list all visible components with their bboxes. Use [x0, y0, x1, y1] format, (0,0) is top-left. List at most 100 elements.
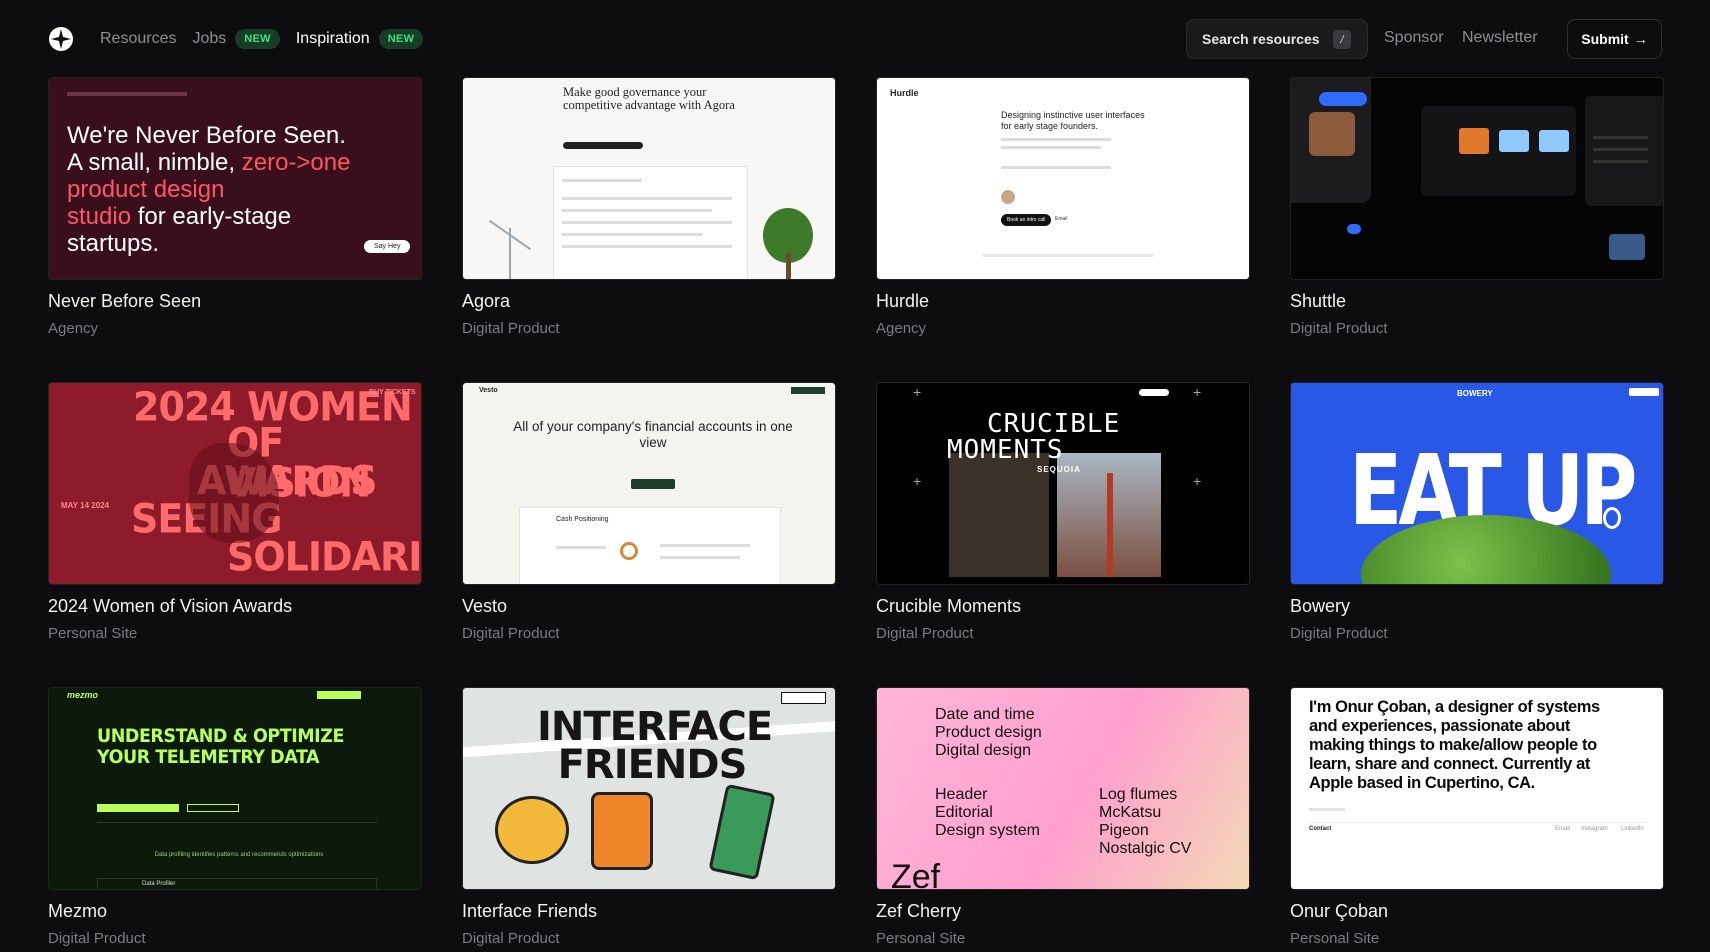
card-title[interactable]: Hurdle	[876, 291, 929, 312]
card-thumbnail[interactable]: I'm Onur Çoban, a designer of systems an…	[1290, 687, 1664, 890]
nav-jobs-item[interactable]: Jobs NEW	[192, 29, 295, 49]
card-title[interactable]: Agora	[462, 291, 510, 312]
thumb-tickets: BUY TICKETS	[369, 389, 416, 396]
folder-icon	[1499, 130, 1529, 152]
card-title[interactable]: Interface Friends	[462, 901, 597, 922]
card-title[interactable]: Never Before Seen	[48, 291, 201, 312]
thumb-button	[563, 142, 643, 149]
card-category: Agency	[48, 320, 99, 337]
card-category: Agency	[876, 320, 927, 337]
thumb-contact: Contact	[1309, 826, 1332, 832]
card-thumbnail[interactable]: BOWERY EAT UP	[1290, 382, 1664, 585]
thumb-tab-bar: Data Profiler	[97, 878, 377, 889]
thumb-nav-button	[317, 691, 361, 699]
card-title[interactable]: Shuttle	[1290, 291, 1346, 312]
nav-jobs[interactable]: Jobs	[192, 30, 226, 48]
arrow-right-icon: →	[1633, 31, 1648, 47]
thumb-cta: Say Hey	[364, 240, 411, 253]
thumb-header-bar	[67, 92, 187, 96]
card-title[interactable]: 2024 Women of Vision Awards	[48, 596, 292, 617]
card-category: Digital Product	[462, 625, 560, 642]
card-category: Digital Product	[462, 320, 560, 337]
card-category: Digital Product	[876, 625, 974, 642]
thumb-headline: Designing instinctive user interfaces fo…	[1001, 110, 1145, 131]
card-title[interactable]: Vesto	[462, 596, 507, 617]
card-thumbnail[interactable]: Make good governance your competitive ad…	[462, 77, 836, 280]
search-resources-button[interactable]: Search resources /	[1186, 19, 1368, 59]
thumb-brand: mezmo	[67, 690, 99, 700]
tree-trunk	[786, 253, 791, 279]
submit-label: Submit	[1581, 31, 1629, 47]
card-title[interactable]: Crucible Moments	[876, 596, 1021, 617]
card-title[interactable]: Bowery	[1290, 596, 1350, 617]
thumb-sub: SEQUOIA	[1037, 465, 1081, 474]
newsletter-link[interactable]: Newsletter	[1462, 29, 1538, 47]
thumb-nav-button	[1629, 388, 1659, 396]
card-category: Digital Product	[1290, 320, 1388, 337]
thumb-cta: Book an intro call	[1001, 214, 1052, 226]
main-nav: Resources Jobs NEW Inspiration NEW	[100, 26, 439, 52]
thumb-list-a: Date and time Product design Digital des…	[935, 706, 1042, 759]
search-shortcut-key: /	[1333, 30, 1351, 49]
thumb-cta	[631, 479, 675, 489]
thumb-chat-panel	[1291, 78, 1371, 203]
thumb-cta-2	[187, 804, 239, 812]
character-illustration	[591, 792, 653, 870]
character-illustration	[708, 783, 776, 881]
logo-icon[interactable]	[48, 26, 74, 52]
card-thumbnail[interactable]: CRUCIBLE MOMENTS SEQUOIA + + + +	[876, 382, 1250, 585]
plus-icon: +	[913, 384, 922, 400]
thumb-cta	[97, 804, 179, 812]
card-title[interactable]: Zef Cherry	[876, 901, 961, 922]
thumb-name: Zef	[891, 858, 941, 890]
card-thumbnail[interactable]: Date and time Product design Digital des…	[876, 687, 1250, 890]
card-title[interactable]: Onur Çoban	[1290, 901, 1388, 922]
avatar	[1001, 190, 1015, 204]
card-thumbnail[interactable]: mezmo UNDERSTAND & OPTIMIZE YOUR TELEMET…	[48, 687, 422, 890]
thumb-brand: BOWERY	[1457, 389, 1493, 398]
folder-icon	[1539, 130, 1569, 152]
thumb-headline: All of your company's financial accounts…	[513, 419, 793, 450]
thumb-date: MAY 14 2024	[61, 501, 110, 510]
thumb-nav-pill	[1139, 389, 1169, 396]
top-bar: Resources Jobs NEW Inspiration NEW Searc…	[0, 0, 1710, 78]
submit-button[interactable]: Submit →	[1567, 19, 1662, 59]
thumb-list-c: Log flumes McKatsu Pigeon Nostalgic CV	[1099, 786, 1192, 857]
plus-icon: +	[913, 473, 922, 489]
thumb-line-5: SOLIDARITY	[227, 533, 422, 581]
card-thumbnail[interactable]: Hurdle Designing instinctive user interf…	[876, 77, 1250, 280]
card-category: Digital Product	[48, 930, 146, 947]
thumb-headline: Make good governance your competitive ad…	[563, 85, 735, 112]
thumb-link-3: LinkedIn	[1621, 826, 1644, 832]
card-category: Personal Site	[1290, 930, 1380, 947]
card-category: Personal Site	[876, 930, 966, 947]
thumb-cta-2: Email	[1055, 216, 1068, 222]
jobs-new-badge: NEW	[235, 29, 280, 49]
card-category: Digital Product	[1290, 625, 1388, 642]
inspiration-new-badge: NEW	[378, 29, 424, 49]
sponsor-link[interactable]: Sponsor	[1384, 29, 1444, 47]
nav-resources[interactable]: Resources	[100, 30, 176, 48]
card-title[interactable]: Mezmo	[48, 901, 107, 922]
thumb-headline: INTERFACE FRIENDS	[537, 704, 773, 788]
card-thumbnail[interactable]: 2024 WOMEN OF VISION AWARDS SEEING SOLID…	[48, 382, 422, 585]
thumb-file-window	[1421, 106, 1576, 196]
thumb-headline: We're Never Before Seen. A small, nimble…	[67, 122, 351, 257]
thumb-dashboard: Cash Positioning	[519, 507, 781, 584]
plus-icon: +	[1193, 384, 1202, 400]
card-thumbnail[interactable]	[1290, 77, 1664, 280]
thumb-footer-text: Data profiling identifies patterns and r…	[154, 852, 324, 858]
thumb-brand: Vesto	[479, 387, 498, 394]
card-thumbnail[interactable]: INTERFACE FRIENDS GET NOTIFIED	[462, 687, 836, 890]
card-thumbnail[interactable]: Vesto All of your company's financial ac…	[462, 382, 836, 585]
nav-inspiration[interactable]: Inspiration	[296, 30, 370, 48]
plus-icon: +	[1193, 473, 1202, 489]
nav-inspiration-item[interactable]: Inspiration NEW	[296, 29, 439, 49]
card-thumbnail[interactable]: We're Never Before Seen. A small, nimble…	[48, 77, 422, 280]
search-label: Search resources	[1202, 31, 1320, 47]
thumb-share-panel	[1585, 96, 1663, 206]
card-category: Personal Site	[48, 625, 138, 642]
windmill-illustration	[475, 219, 545, 279]
thumb-cta: GET NOTIFIED	[781, 692, 826, 704]
thumb-link-2: Instagram	[1581, 826, 1608, 832]
